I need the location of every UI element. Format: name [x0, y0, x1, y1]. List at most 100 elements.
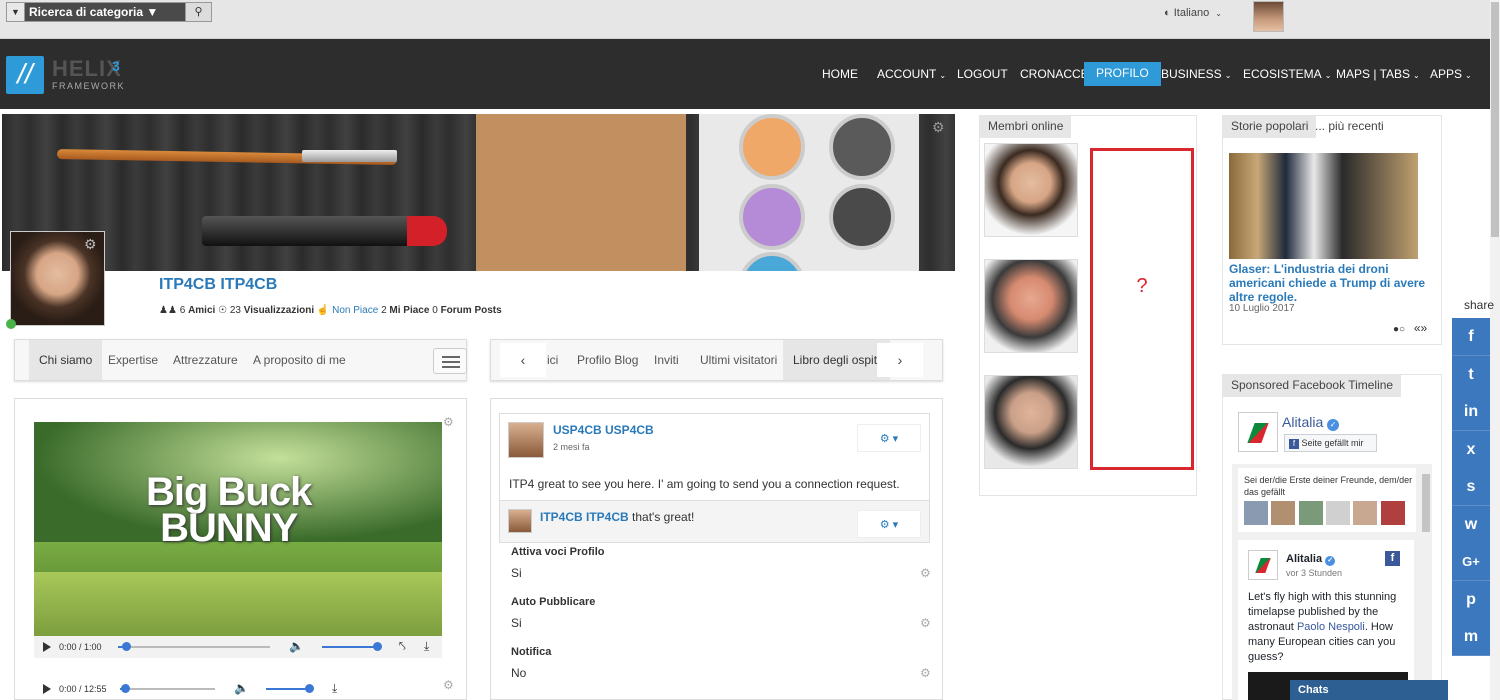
download-icon[interactable]: ⤓: [332, 681, 337, 696]
linkedin-share-icon[interactable]: in: [1452, 393, 1490, 431]
video-settings-gear-icon[interactable]: ⚙: [443, 415, 454, 429]
nav-account-label[interactable]: ACCOUNT: [877, 67, 936, 81]
tab-inviti[interactable]: Inviti: [644, 340, 689, 380]
post-author-avatar[interactable]: [508, 422, 544, 458]
chat-bar[interactable]: Chats: [1290, 680, 1448, 700]
pager-dots[interactable]: ●○: [1393, 324, 1405, 335]
fb-like-label[interactable]: Seite gefällt mir: [1302, 438, 1364, 448]
video-player[interactable]: Big Buck BUNNY: [34, 422, 442, 636]
volume-fill[interactable]: [322, 646, 378, 648]
nav-cronacce[interactable]: CRONACCE: [1020, 66, 1089, 88]
thumbs-up-icon[interactable]: ☝: [317, 305, 329, 316]
member-avatar[interactable]: [984, 143, 1078, 237]
profile-name[interactable]: ITP4CB ITP4CB: [159, 276, 277, 294]
nav-maps-tabs[interactable]: MAPS | TABS ⌄: [1336, 66, 1420, 88]
alitalia-logo-icon[interactable]: [1238, 412, 1278, 452]
unknown-member-placeholder[interactable]: ?: [1090, 148, 1194, 470]
pager-arrows[interactable]: «»: [1414, 321, 1427, 335]
tab-expertise[interactable]: Expertise: [98, 340, 168, 380]
fb-page-name[interactable]: Alitalia ✓: [1282, 414, 1340, 431]
nav-business-label[interactable]: BUSINESS: [1161, 67, 1222, 81]
audio-volume-fill[interactable]: [266, 688, 310, 690]
nav-apps[interactable]: APPS ⌄: [1430, 66, 1472, 88]
print-share-icon[interactable]: p: [1452, 581, 1490, 619]
nav-ecosistema[interactable]: ECOSISTEMA ⌄: [1243, 66, 1331, 88]
fb-scrollbar[interactable]: [1422, 474, 1430, 532]
nav-home-label[interactable]: HOME: [822, 67, 858, 81]
friends-label[interactable]: Amici: [188, 305, 215, 316]
play-icon[interactable]: [43, 642, 51, 652]
friend-avatar[interactable]: [1380, 501, 1405, 525]
audio-settings-gear-icon[interactable]: ⚙: [443, 678, 454, 692]
tab-piu-recenti[interactable]: ... più recenti: [1307, 115, 1392, 138]
cover-settings-gear-icon[interactable]: ⚙: [932, 119, 945, 136]
nav-home[interactable]: HOME: [822, 66, 858, 88]
volume-icon[interactable]: 🔈: [289, 639, 304, 653]
tab-storie-popolari[interactable]: Storie popolari: [1223, 115, 1317, 138]
setting-value[interactable]: Si: [511, 616, 522, 630]
twitter-share-icon[interactable]: t: [1452, 356, 1490, 394]
volume-knob[interactable]: [373, 642, 382, 651]
friend-avatar[interactable]: [1353, 501, 1378, 525]
reply-author[interactable]: ITP4CB ITP4CB: [540, 510, 629, 524]
nav-logout[interactable]: LOGOUT: [957, 66, 1008, 88]
language-selector[interactable]: ◐ Italiano ⌄: [1164, 7, 1222, 19]
setting-value[interactable]: Si: [511, 566, 522, 580]
audio-progress-track[interactable]: [120, 688, 215, 690]
chevron-left-icon[interactable]: ‹: [500, 343, 546, 377]
chevron-down-icon[interactable]: ▼: [7, 3, 25, 21]
tab-libro-degli-ospiti[interactable]: Libro degli ospiti: [783, 340, 890, 380]
xing-share-icon[interactable]: x: [1452, 431, 1490, 469]
friend-avatar[interactable]: [1271, 501, 1296, 525]
nav-logout-label[interactable]: LOGOUT: [957, 67, 1008, 81]
tab-a-proposito-di-me[interactable]: A proposito di me: [243, 340, 356, 380]
fb-post-link[interactable]: Paolo Nespoli: [1297, 621, 1365, 633]
nav-business[interactable]: BUSINESS ⌄: [1161, 66, 1231, 88]
nav-apps-label[interactable]: APPS: [1430, 67, 1462, 81]
friend-avatar[interactable]: [1244, 501, 1268, 525]
hamburger-menu-icon[interactable]: [433, 348, 467, 374]
email-share-icon[interactable]: m: [1452, 618, 1490, 656]
avatar-settings-gear-icon[interactable]: ⚙: [84, 236, 97, 253]
reply-author-avatar[interactable]: [508, 509, 532, 533]
fb-like-button[interactable]: f Seite gefällt mir: [1284, 434, 1377, 452]
setting-gear-icon[interactable]: ⚙: [920, 666, 931, 680]
download-icon[interactable]: ⤓: [424, 639, 429, 654]
search-icon[interactable]: ⚲: [185, 3, 211, 21]
audio-progress-knob[interactable]: [120, 684, 130, 693]
audio-volume-knob[interactable]: [305, 684, 314, 693]
nav-profilo-label[interactable]: PROFILO: [1096, 66, 1149, 80]
setting-gear-icon[interactable]: ⚙: [920, 566, 931, 580]
tab-profilo-blog[interactable]: Profilo Blog: [567, 340, 648, 380]
post-options-gear-icon[interactable]: ⚙ ▾: [857, 424, 921, 452]
googleplus-share-icon[interactable]: G+: [1452, 543, 1490, 581]
chevron-right-icon[interactable]: ›: [877, 343, 923, 377]
forum-label[interactable]: Forum Posts: [441, 305, 502, 316]
play-icon[interactable]: [43, 684, 51, 694]
setting-gear-icon[interactable]: ⚙: [920, 616, 931, 630]
fb-page-name-text[interactable]: Alitalia: [1282, 414, 1323, 430]
story-image[interactable]: [1229, 153, 1418, 259]
facebook-share-icon[interactable]: f: [1452, 318, 1490, 356]
friend-avatar[interactable]: [1298, 501, 1323, 525]
member-avatar[interactable]: [984, 259, 1078, 353]
fb-post-page-name[interactable]: Alitalia: [1286, 553, 1322, 565]
tab-chi-siamo[interactable]: Chi siamo: [29, 340, 103, 380]
fb-post-page[interactable]: Alitalia ✓: [1286, 553, 1336, 566]
tab-ultimi-visitatori[interactable]: Ultimi visitatori: [690, 340, 787, 380]
nav-cronacce-label[interactable]: CRONACCE: [1020, 67, 1089, 81]
fullscreen-icon[interactable]: ⤣: [399, 639, 406, 654]
post-author[interactable]: USP4CB USP4CB: [553, 423, 654, 437]
story-headline[interactable]: Glaser: L'industria dei droni americani …: [1229, 262, 1434, 304]
logo-icon[interactable]: //: [6, 56, 44, 94]
nav-ecosistema-label[interactable]: ECOSISTEMA: [1243, 67, 1322, 81]
nav-maps-tabs-label[interactable]: MAPS | TABS: [1336, 67, 1410, 81]
setting-value[interactable]: No: [511, 666, 526, 680]
category-search-label[interactable]: Ricerca di categoria ▼: [29, 5, 158, 19]
alitalia-logo-icon[interactable]: [1248, 550, 1278, 580]
friend-avatar[interactable]: [1326, 501, 1351, 525]
whatsapp-share-icon[interactable]: w: [1452, 506, 1490, 544]
reply-options-gear-icon[interactable]: ⚙ ▾: [857, 510, 921, 538]
volume-icon[interactable]: 🔈: [234, 681, 249, 695]
video-progress-knob[interactable]: [121, 642, 131, 651]
